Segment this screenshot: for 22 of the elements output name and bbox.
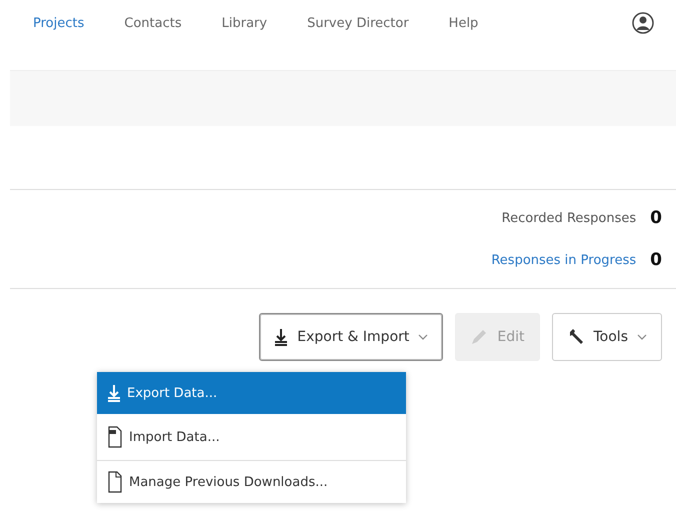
download-icon (107, 384, 121, 402)
stat-value: 0 (650, 208, 662, 228)
document-icon (107, 471, 123, 493)
menu-item[interactable]: Import Data... (97, 414, 406, 461)
menu-item[interactable]: Export Data... (97, 372, 406, 414)
nav-tab[interactable]: Survey Director (307, 16, 409, 30)
document-icon (107, 426, 123, 448)
stat-value: 0 (650, 250, 662, 270)
nav-tab[interactable]: Library (222, 16, 268, 30)
user-avatar-icon[interactable] (632, 12, 654, 34)
nav-tab[interactable]: Help (448, 16, 478, 30)
menu-item[interactable]: Manage Previous Downloads... (97, 461, 406, 503)
export-button[interactable]: Export & Import (259, 313, 444, 361)
nav-tab[interactable]: Contacts (124, 16, 182, 30)
nav-tab[interactable]: Projects (33, 16, 84, 30)
tools-button[interactable]: Tools (552, 313, 662, 361)
stat-label: Recorded Responses (502, 210, 636, 226)
download-icon (274, 328, 288, 346)
caret-icon (418, 334, 428, 340)
pencil-icon (470, 328, 488, 346)
responses-link[interactable]: Responses in Progress (491, 252, 636, 268)
caret-icon (637, 334, 647, 340)
